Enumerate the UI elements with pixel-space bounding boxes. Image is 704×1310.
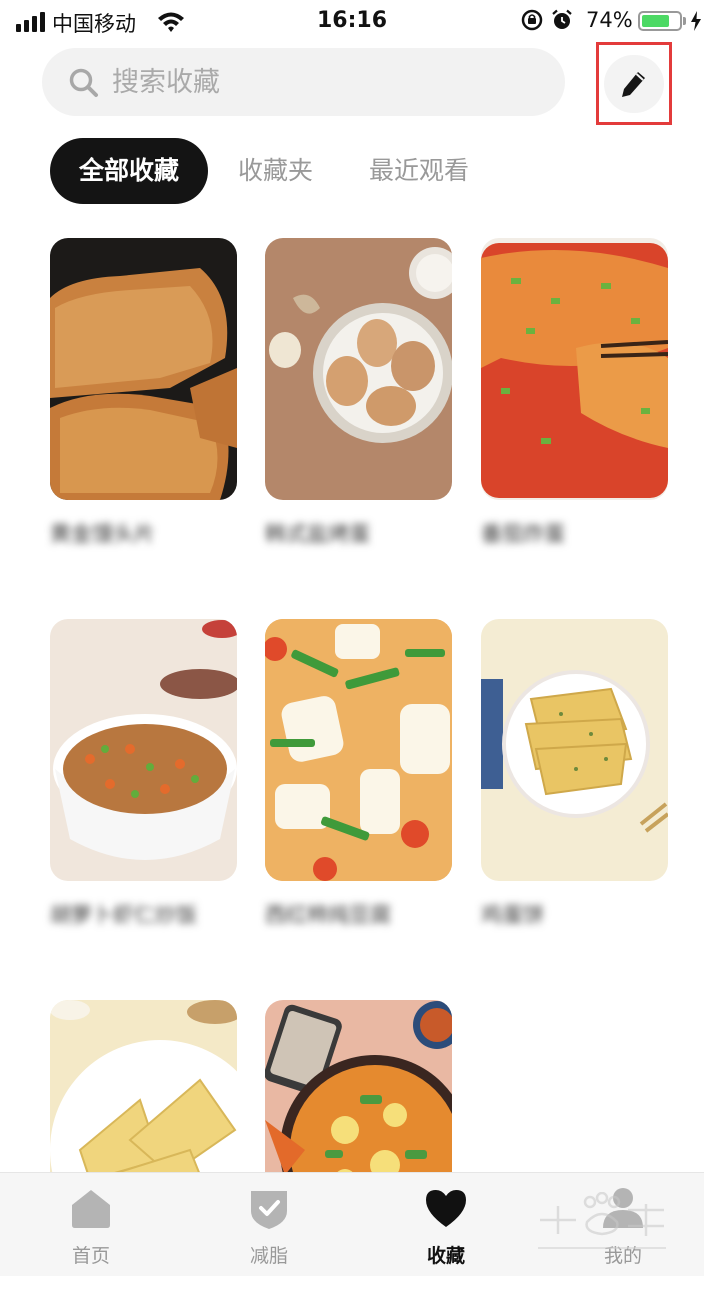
- recipe-card[interactable]: 黄金馒头片: [50, 238, 237, 546]
- tab-recently-viewed[interactable]: 最近观看: [369, 138, 469, 204]
- battery-cap: [683, 17, 686, 25]
- tab-label: 收藏: [426, 1245, 465, 1267]
- recipe-title: 韩式盐烤蛋: [265, 522, 370, 546]
- status-bar: 中国移动 16:16 74%: [0, 0, 704, 44]
- battery-percent: 74%: [586, 8, 633, 32]
- collection-tabs: 全部收藏 收藏夹 最近观看: [50, 138, 525, 204]
- rotation-lock-icon: [521, 9, 543, 31]
- tab-folders[interactable]: 收藏夹: [238, 138, 313, 204]
- recipe-image: [481, 238, 668, 500]
- recipe-image: [50, 238, 237, 500]
- recipe-title: 西红柿炖豆腐: [265, 903, 391, 927]
- tab-favorites[interactable]: 收藏: [396, 1185, 496, 1268]
- recipe-image: [50, 619, 237, 881]
- shield-check-icon: [251, 1191, 287, 1229]
- tab-all-favorites[interactable]: 全部收藏: [50, 138, 209, 204]
- watermark-logo: [538, 1192, 666, 1249]
- search-input[interactable]: [112, 48, 542, 116]
- recipe-title: 黄金馒头片: [50, 522, 155, 546]
- recipe-title: 胡萝卜虾仁炒饭: [50, 903, 197, 927]
- search-bar[interactable]: [42, 48, 565, 116]
- tab-fat-loss[interactable]: 减脂: [219, 1185, 319, 1268]
- recipe-card[interactable]: 胡萝卜虾仁炒饭: [50, 619, 237, 927]
- edit-button[interactable]: [596, 42, 672, 125]
- heart-icon: [426, 1190, 466, 1227]
- battery-icon: [638, 11, 682, 31]
- charging-bolt-icon: [691, 11, 701, 31]
- recipe-title: 鸡蛋饼: [481, 903, 544, 927]
- recipe-image: [265, 619, 452, 881]
- tab-label: 减脂: [249, 1245, 288, 1267]
- recipe-image: [481, 619, 668, 881]
- recipe-title: 番茄炸蛋: [481, 522, 565, 546]
- recipe-title: [265, 1280, 452, 1310]
- tab-label: 首页: [71, 1245, 110, 1267]
- pencil-icon: [622, 72, 645, 97]
- battery-level-fill: [642, 15, 669, 27]
- alarm-icon: [552, 9, 572, 29]
- tab-home[interactable]: 首页: [41, 1185, 141, 1268]
- recipe-card[interactable]: 韩式盐烤蛋: [265, 238, 452, 546]
- recipe-card[interactable]: 西红柿炖豆腐: [265, 619, 452, 927]
- recipe-card[interactable]: 番茄炸蛋: [481, 238, 668, 546]
- recipe-card[interactable]: 鸡蛋饼: [481, 619, 668, 927]
- home-icon: [72, 1190, 110, 1228]
- search-icon: [69, 68, 98, 97]
- recipe-title: [50, 1280, 237, 1310]
- recipe-image: [265, 238, 452, 500]
